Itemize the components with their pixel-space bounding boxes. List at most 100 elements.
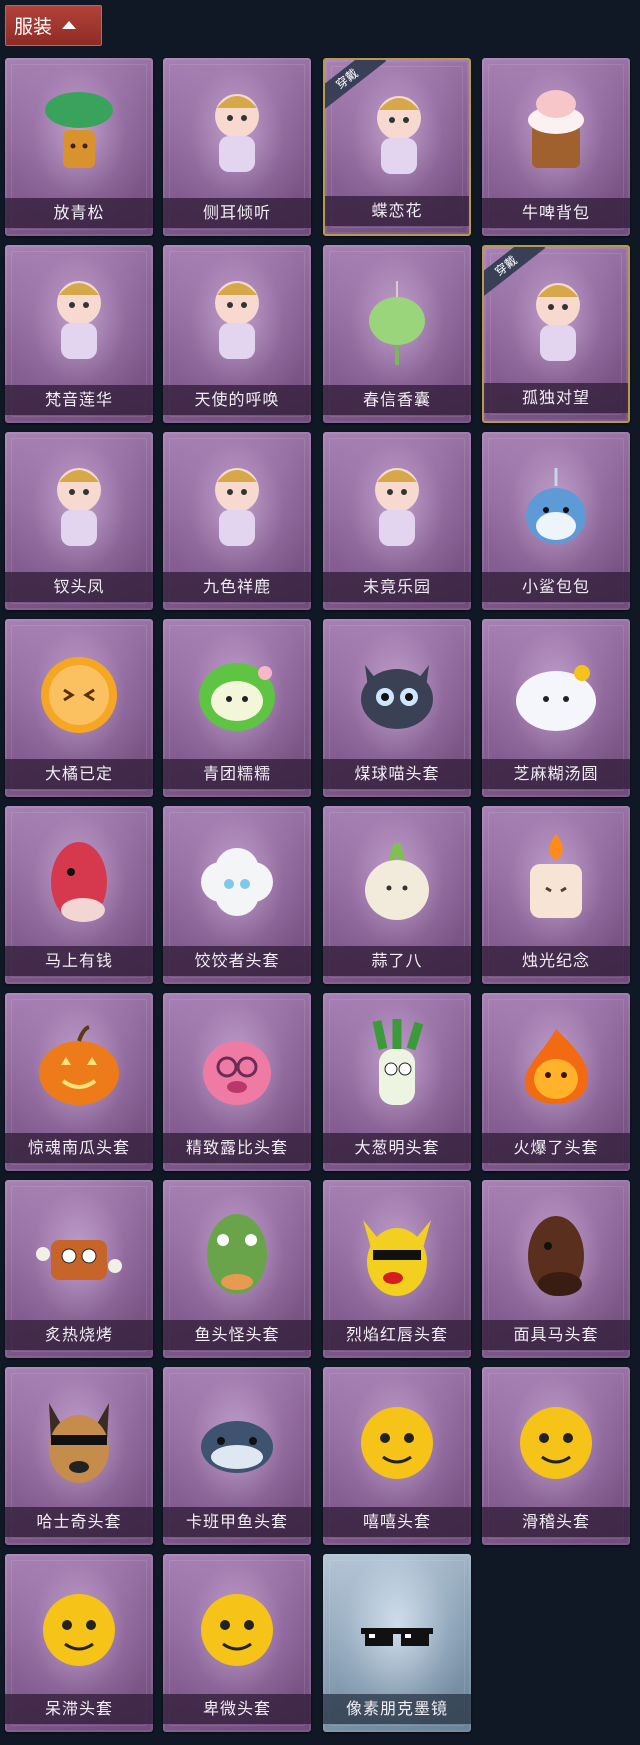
outfit-card[interactable]: 春信香囊 [323,245,471,423]
scallion-head-icon [372,1019,424,1105]
outfit-card[interactable]: 侧耳倾听 [163,58,311,236]
outfit-category-label: 服装 [14,16,53,38]
outfit-card-label: 钗头凤 [5,572,153,602]
outfit-card-label: 九色祥鹿 [163,572,311,602]
angel-figure-icon [215,281,259,359]
outfit-card-label: 卑微头套 [163,1694,311,1724]
outfit-card-label: 蒜了八 [323,946,471,976]
outfit-card[interactable]: 钗头凤 [5,432,153,610]
outfit-card[interactable]: 面具马头套 [482,1180,630,1358]
deer-pendant-icon [215,468,259,546]
outfit-card-label: 精致露比头套 [163,1133,311,1163]
outfit-card[interactable]: 火爆了头套 [482,993,630,1171]
outfit-card[interactable]: 牛啤背包 [482,58,630,236]
outfit-card[interactable]: 大葱明头套 [323,993,471,1171]
outfit-card[interactable]: 嘻嘻头套 [323,1367,471,1545]
outfit-card-label: 烈焰红唇头套 [323,1320,471,1350]
outfit-card[interactable]: 呆滞头套 [5,1554,153,1732]
outfit-card[interactable]: 饺饺者头套 [163,806,311,984]
outfit-card[interactable]: 九色祥鹿 [163,432,311,610]
outfit-card[interactable]: 卑微头套 [163,1554,311,1732]
outfit-card[interactable]: 烛光纪念 [482,806,630,984]
outfit-card-label: 嘻嘻头套 [323,1507,471,1537]
outfit-card-label: 呆滞头套 [5,1694,153,1724]
outfit-card-label: 天使的呼唤 [163,385,311,415]
outfit-card-label: 牛啤背包 [482,198,630,228]
red-horse-head-icon [51,842,107,922]
outfit-card[interactable]: 炙热烧烤 [5,1180,153,1358]
pixel-sunglasses-icon [361,1628,433,1646]
outfit-card-label: 孤独对望 [484,383,628,413]
chevron-up-icon [62,20,77,29]
fish-head-icon [207,1214,267,1294]
outfit-card-label: 春信香囊 [323,385,471,415]
butterfly-bell-pendant-icon [377,96,421,174]
outfit-card-label: 侧耳倾听 [163,198,311,228]
garlic-head-icon [365,842,429,920]
outfit-card-label: 炙热烧烤 [5,1320,153,1350]
outfit-card-label: 未竟乐园 [323,572,471,602]
pink-beaver-head-icon [203,1041,271,1105]
outfit-card[interactable]: 精致露比头套 [163,993,311,1171]
funny-emoji-head-icon [520,1407,592,1479]
outfit-card-label: 惊魂南瓜头套 [5,1133,153,1163]
lotus-figure-icon [57,281,101,359]
outfit-card[interactable]: 梵音莲华 [5,245,153,423]
outfit-card[interactable]: 穿戴 蝶恋花 [323,58,471,236]
outfit-card-label: 芝麻糊汤圆 [482,759,630,789]
outfit-card-label: 鱼头怪头套 [163,1320,311,1350]
shark-bag-icon [526,468,586,544]
bonsai-pine-pendant-icon [45,92,113,168]
outfit-card[interactable]: 大橘已定 [5,619,153,797]
outfit-card[interactable]: 像素朋克墨镜 [323,1554,471,1732]
outfit-card[interactable]: 卡班甲鱼头套 [163,1367,311,1545]
paradise-girl-figure-icon [375,468,419,546]
outfit-card-label: 饺饺者头套 [163,946,311,976]
outfit-card[interactable]: 穿戴 孤独对望 [482,245,630,423]
outfit-card-label: 面具马头套 [482,1320,630,1350]
outfit-card-label: 青团糯糯 [163,759,311,789]
outfit-card[interactable]: 放青松 [5,58,153,236]
orange-face-icon [41,657,117,733]
fire-head-icon [524,1029,588,1104]
outfit-card-label: 马上有钱 [5,946,153,976]
cow-beer-mug-icon [528,90,584,168]
seal-head-icon [201,1421,273,1473]
rice-dumpling-icon [516,665,596,731]
outfit-card[interactable]: 惊魂南瓜头套 [5,993,153,1171]
outfit-card-label: 梵音莲华 [5,385,153,415]
outfit-card-label: 蝶恋花 [325,196,469,226]
outfit-category-toggle[interactable]: 服装 [5,5,102,46]
outfit-card[interactable]: 马上有钱 [5,806,153,984]
outfit-card[interactable]: 哈士奇头套 [5,1367,153,1545]
outfit-card[interactable]: 滑稽头套 [482,1367,630,1545]
horse-mask-icon [528,1216,584,1296]
outfit-card-label: 放青松 [5,198,153,228]
outfit-card[interactable]: 小鲨包包 [482,432,630,610]
lotus-wreath-pendant-icon [215,94,259,172]
outfit-card[interactable]: 未竟乐园 [323,432,471,610]
outfit-card-label: 大葱明头套 [323,1133,471,1163]
outfit-card-label: 像素朋克墨镜 [323,1694,471,1724]
outfit-card[interactable]: 鱼头怪头套 [163,1180,311,1358]
outfit-card-label: 卡班甲鱼头套 [163,1507,311,1537]
outfit-card-label: 大橘已定 [5,759,153,789]
humble-emoji-head-icon [201,1594,273,1666]
grin-emoji-head-icon [361,1407,433,1479]
outfit-card[interactable]: 煤球喵头套 [323,619,471,797]
outfit-card[interactable]: 芝麻糊汤圆 [482,619,630,797]
outfit-card-label: 火爆了头套 [482,1133,630,1163]
sachet-icon [369,281,425,365]
meat-bone-head-icon [36,1240,122,1280]
outfit-card[interactable]: 蒜了八 [323,806,471,984]
husky-head-icon [49,1403,109,1483]
stunned-emoji-head-icon [43,1594,115,1666]
outfit-card[interactable]: 天使的呼唤 [163,245,311,423]
outfit-card-label: 滑稽头套 [482,1507,630,1537]
cloud-dumpling-head-icon [201,848,273,916]
outfit-card[interactable]: 烈焰红唇头套 [323,1180,471,1358]
phoenix-crown-figure-icon [57,468,101,546]
outfit-card-label: 哈士奇头套 [5,1507,153,1537]
outfit-card-label: 烛光纪念 [482,946,630,976]
outfit-card[interactable]: 青团糯糯 [163,619,311,797]
